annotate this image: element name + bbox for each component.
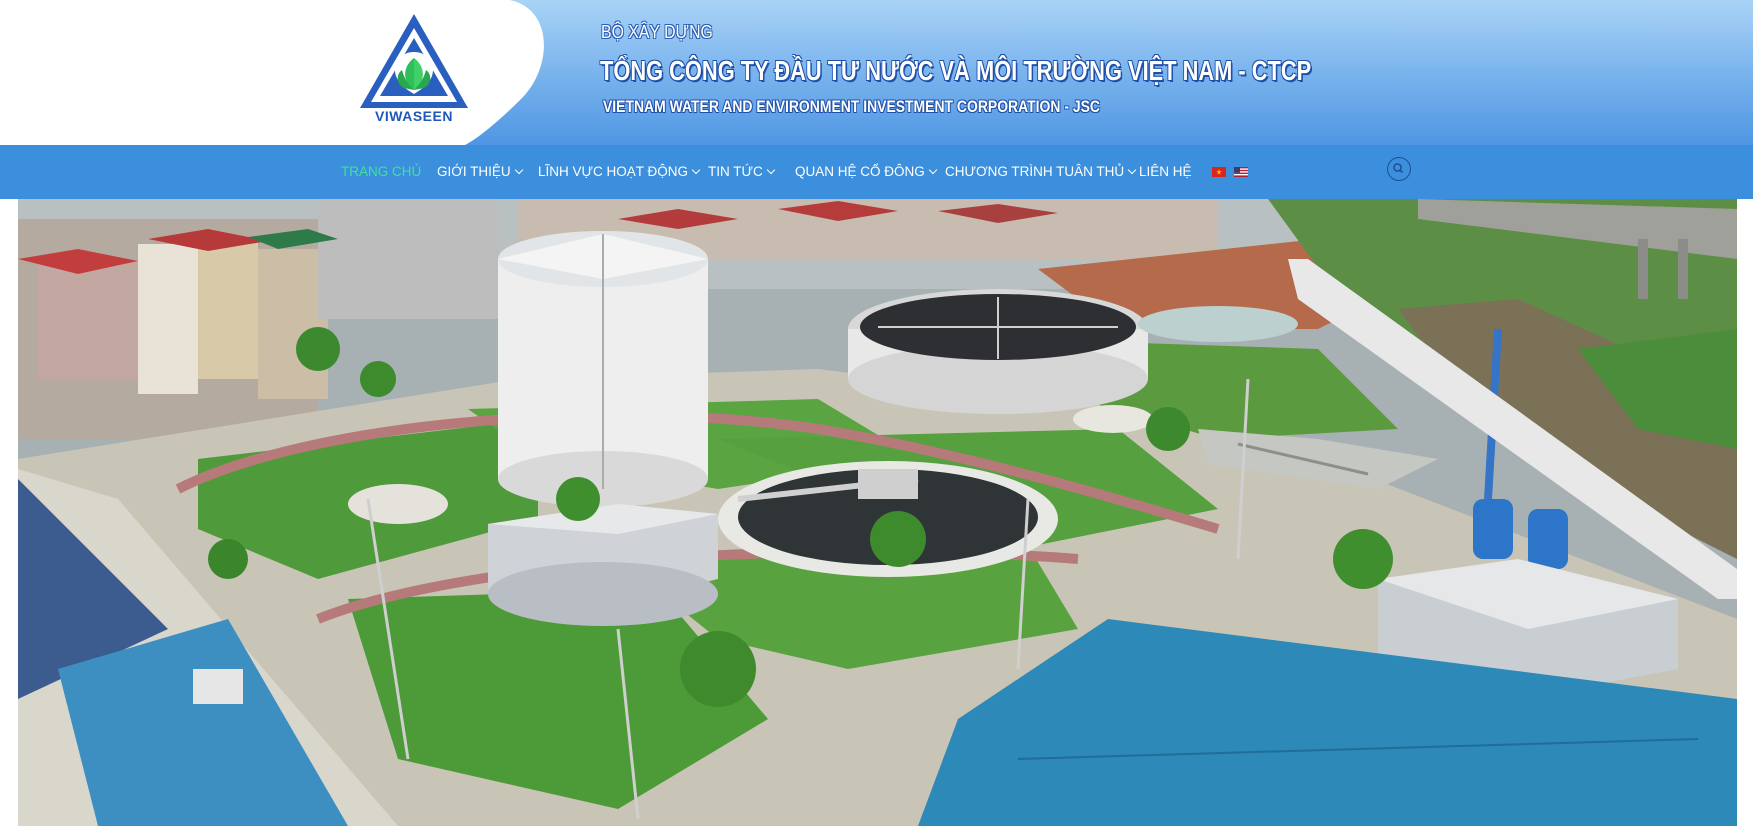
search-button[interactable]	[1387, 157, 1411, 181]
company-name-vn: TỔNG CÔNG TY ĐẦU TƯ NƯỚC VÀ MÔI TRƯỜNG V…	[600, 55, 1312, 86]
chevron-down-icon	[928, 165, 938, 175]
search-icon	[1393, 163, 1404, 174]
usa-flag-icon[interactable]	[1234, 167, 1248, 177]
chevron-down-icon	[514, 165, 523, 175]
chevron-down-icon	[691, 165, 701, 175]
company-name-en: VIETNAM WATER AND ENVIRONMENT INVESTMENT…	[603, 97, 1100, 116]
hero-banner-image	[18, 199, 1737, 826]
nav-label: LIÊN HỆ	[1139, 164, 1192, 179]
nav-label: LĨNH VỰC HOẠT ĐỘNG	[538, 164, 689, 179]
vietnam-flag-icon[interactable]	[1212, 167, 1226, 177]
nav-label: TRANG CHỦ	[341, 164, 422, 179]
nav-item-tin-tuc[interactable]: TIN TỨC	[708, 145, 776, 199]
nav-label: QUAN HỆ CỔ ĐÔNG	[795, 164, 925, 179]
nav-item-quan-he-co-dong[interactable]: QUAN HỆ CỔ ĐÔNG	[795, 145, 938, 199]
nav-item-lien-he[interactable]: LIÊN HỆ	[1139, 145, 1192, 199]
nav-item-linh-vuc-hoat-dong[interactable]: LĨNH VỰC HOẠT ĐỘNG	[538, 145, 701, 199]
nav-item-chuong-trinh-tuan-thu[interactable]: CHƯƠNG TRÌNH TUÂN THỦ	[945, 145, 1137, 199]
ministry-label: BỘ XÂY DỰNG	[601, 22, 713, 42]
chevron-down-icon	[766, 165, 776, 175]
nav-item-gioi-thieu[interactable]: GIỚI THIỆU	[437, 145, 523, 199]
water-treatment-plant-photo	[18, 199, 1737, 826]
logo-text: VIWASEEN	[375, 108, 453, 124]
chevron-down-icon	[1127, 165, 1137, 175]
main-nav: TRANG CHỦ GIỚI THIỆU LĨNH VỰC HOẠT ĐỘNG …	[0, 145, 1753, 199]
site-header: VIWASEEN BỘ XÂY DỰNG TỔNG CÔNG TY ĐẦU TƯ…	[0, 0, 1753, 145]
nav-label: CHƯƠNG TRÌNH TUÂN THỦ	[945, 164, 1125, 179]
nav-item-trang-chu[interactable]: TRANG CHỦ	[341, 145, 421, 199]
nav-label: TIN TỨC	[708, 164, 763, 179]
nav-label: GIỚI THIỆU	[437, 164, 511, 179]
